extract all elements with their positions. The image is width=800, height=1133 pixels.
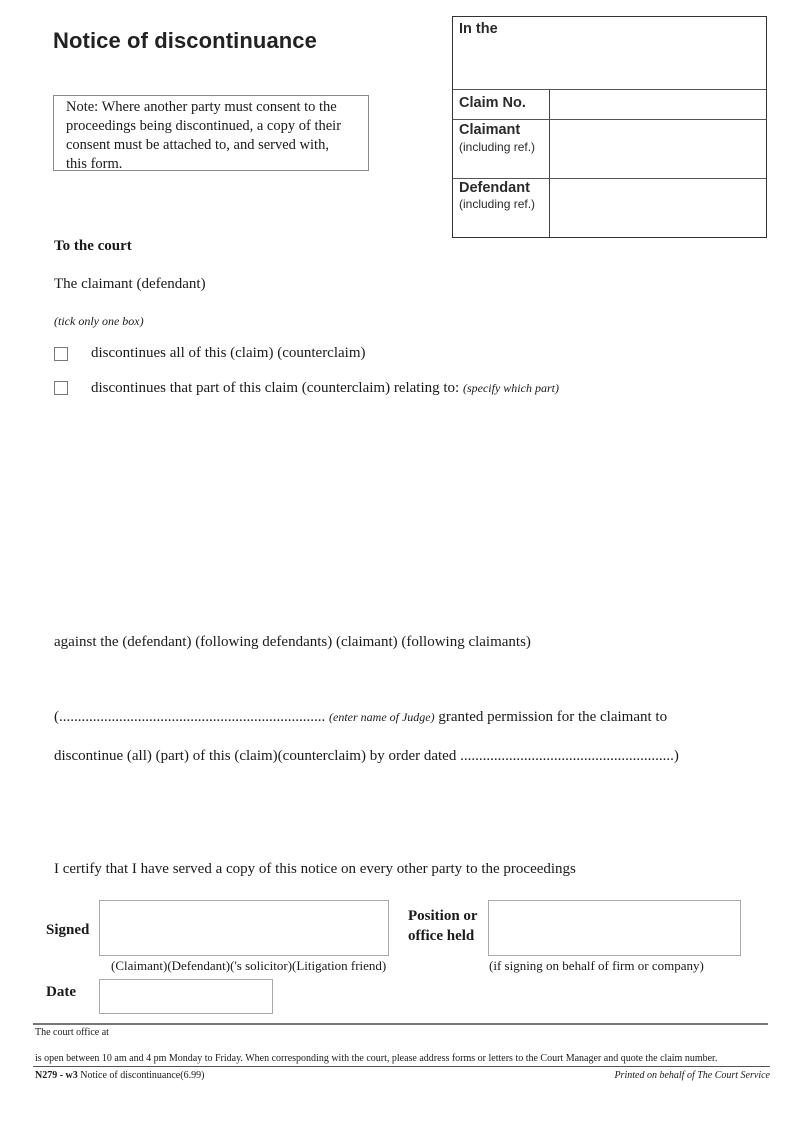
column-divider [549,90,550,237]
position-field[interactable] [488,900,741,956]
printed-by: Printed on behalf of The Court Service [614,1070,770,1081]
row-divider [453,89,766,90]
signature-field[interactable] [99,900,389,956]
tick-hint: (tick only one box) [54,314,144,328]
court-details-box: In the Claim No. Claimant (including ref… [452,16,767,238]
certify-statement: I certify that I have served a copy of t… [54,861,576,877]
note-line: proceedings being discontinued, a copy o… [66,118,342,134]
form-code: N279 - w3 [35,1070,78,1081]
opening-hours-text: is open between 10 am and 4 pm Monday to… [35,1053,718,1064]
note-line: consent must be attached to, and served … [66,137,329,153]
position-label-line: Position or [408,908,478,924]
footer-divider [33,1023,768,1025]
court-name-field[interactable] [453,39,766,89]
specify-part-area[interactable] [54,402,764,622]
judge-line-rest: granted permission for the claimant to [438,709,668,725]
position-label: Position or office held [408,906,478,946]
against-line: against the (defendant) (following defen… [54,634,531,650]
page-title: Notice of discontinuance [53,28,317,53]
claim-no-field[interactable] [551,91,766,119]
to-the-court-heading: To the court [54,238,132,254]
defendant-label: Defendant [459,180,530,196]
claimant-field[interactable] [551,121,766,177]
consent-note: Note: Where another party must consent t… [53,95,369,172]
court-office-label: The court office at [35,1027,109,1038]
judge-name-blank[interactable]: (.......................................… [54,709,325,725]
signed-label: Signed [46,922,90,938]
defendant-sub-label: (including ref.) [459,197,536,211]
date-field[interactable] [99,979,273,1014]
discontinue-part-row: discontinues that part of this claim (co… [91,380,559,397]
form-name: Notice of discontinuance(6.99) [80,1070,205,1081]
row-divider [453,119,766,120]
claim-no-label: Claim No. [459,95,526,111]
claimant-label: Claimant [459,122,521,138]
defendant-field[interactable] [551,180,766,236]
note-line: this form. [66,156,123,172]
judge-permission-line: (.......................................… [54,709,667,726]
position-caption: (if signing on behalf of firm or company… [489,958,704,973]
discontinue-all-checkbox[interactable] [54,347,68,361]
footer-rule [33,1066,770,1067]
discontinue-all-label: discontinues all of this (claim) (counte… [91,345,366,361]
party-line: The claimant (defendant) [54,276,206,292]
in-the-label: In the [459,21,498,37]
date-label: Date [46,984,76,1000]
judge-hint: (enter name of Judge) [329,710,435,724]
row-divider [453,178,766,179]
discontinue-part-label: discontinues that part of this claim (co… [91,380,460,396]
order-dated-line: discontinue (all) (part) of this (claim)… [54,748,679,764]
signed-caption: (Claimant)(Defendant)('s solicitor)(Liti… [111,958,387,973]
claimant-sub-label: (including ref.) [459,140,536,154]
form-reference: N279 - w3 Notice of discontinuance(6.99) [35,1070,204,1081]
note-line: Note: Where another party must consent t… [66,99,337,115]
position-label-line: office held [408,928,475,944]
discontinue-part-checkbox[interactable] [54,381,68,395]
specify-part-hint: (specify which part) [462,381,559,395]
